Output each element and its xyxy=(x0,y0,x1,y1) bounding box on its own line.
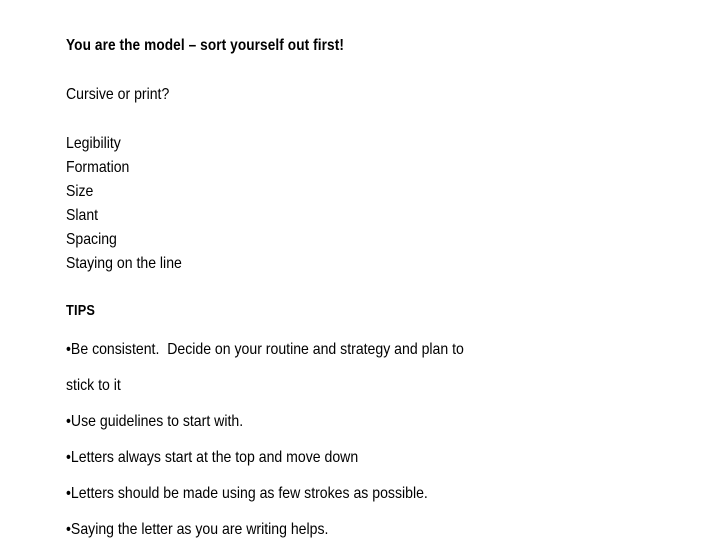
list-item: Size xyxy=(66,183,94,200)
list-item: Legibility xyxy=(66,135,121,152)
list-item: •Use guidelines to start with. xyxy=(66,404,666,440)
bullet-line: •Letters always start at the top and mov… xyxy=(66,449,359,466)
bullet-line: •Saying the letter as you are writing he… xyxy=(66,521,329,538)
list-item: Staying on the line xyxy=(66,255,182,272)
tips-bullet-list: •Be consistent. Decide on your routine a… xyxy=(66,332,666,548)
list-item: Spacing xyxy=(66,231,117,248)
list-item: Formation xyxy=(66,159,130,176)
bullet-line: •Use guidelines to start with. xyxy=(66,413,244,430)
slide-subheading: Cursive or print? xyxy=(66,86,170,103)
slide-canvas: You are the model – sort yourself out fi… xyxy=(0,0,720,540)
handwriting-aspects-list: Legibility Formation Size Slant Spacing … xyxy=(66,132,198,276)
list-item: •Letters always start at the top and mov… xyxy=(66,440,666,476)
list-item: •Be consistent. Decide on your routine a… xyxy=(66,332,666,404)
page-title: You are the model – sort yourself out fi… xyxy=(66,37,344,54)
bullet-line-continuation: stick to it xyxy=(66,377,121,394)
list-item: Slant xyxy=(66,207,99,224)
bullet-line: •Letters should be made using as few str… xyxy=(66,485,428,502)
bullet-line: •Be consistent. Decide on your routine a… xyxy=(66,341,464,358)
tips-heading: TIPS xyxy=(66,303,96,319)
list-item: •Saying the letter as you are writing he… xyxy=(66,512,666,548)
list-item: •Letters should be made using as few str… xyxy=(66,476,666,512)
